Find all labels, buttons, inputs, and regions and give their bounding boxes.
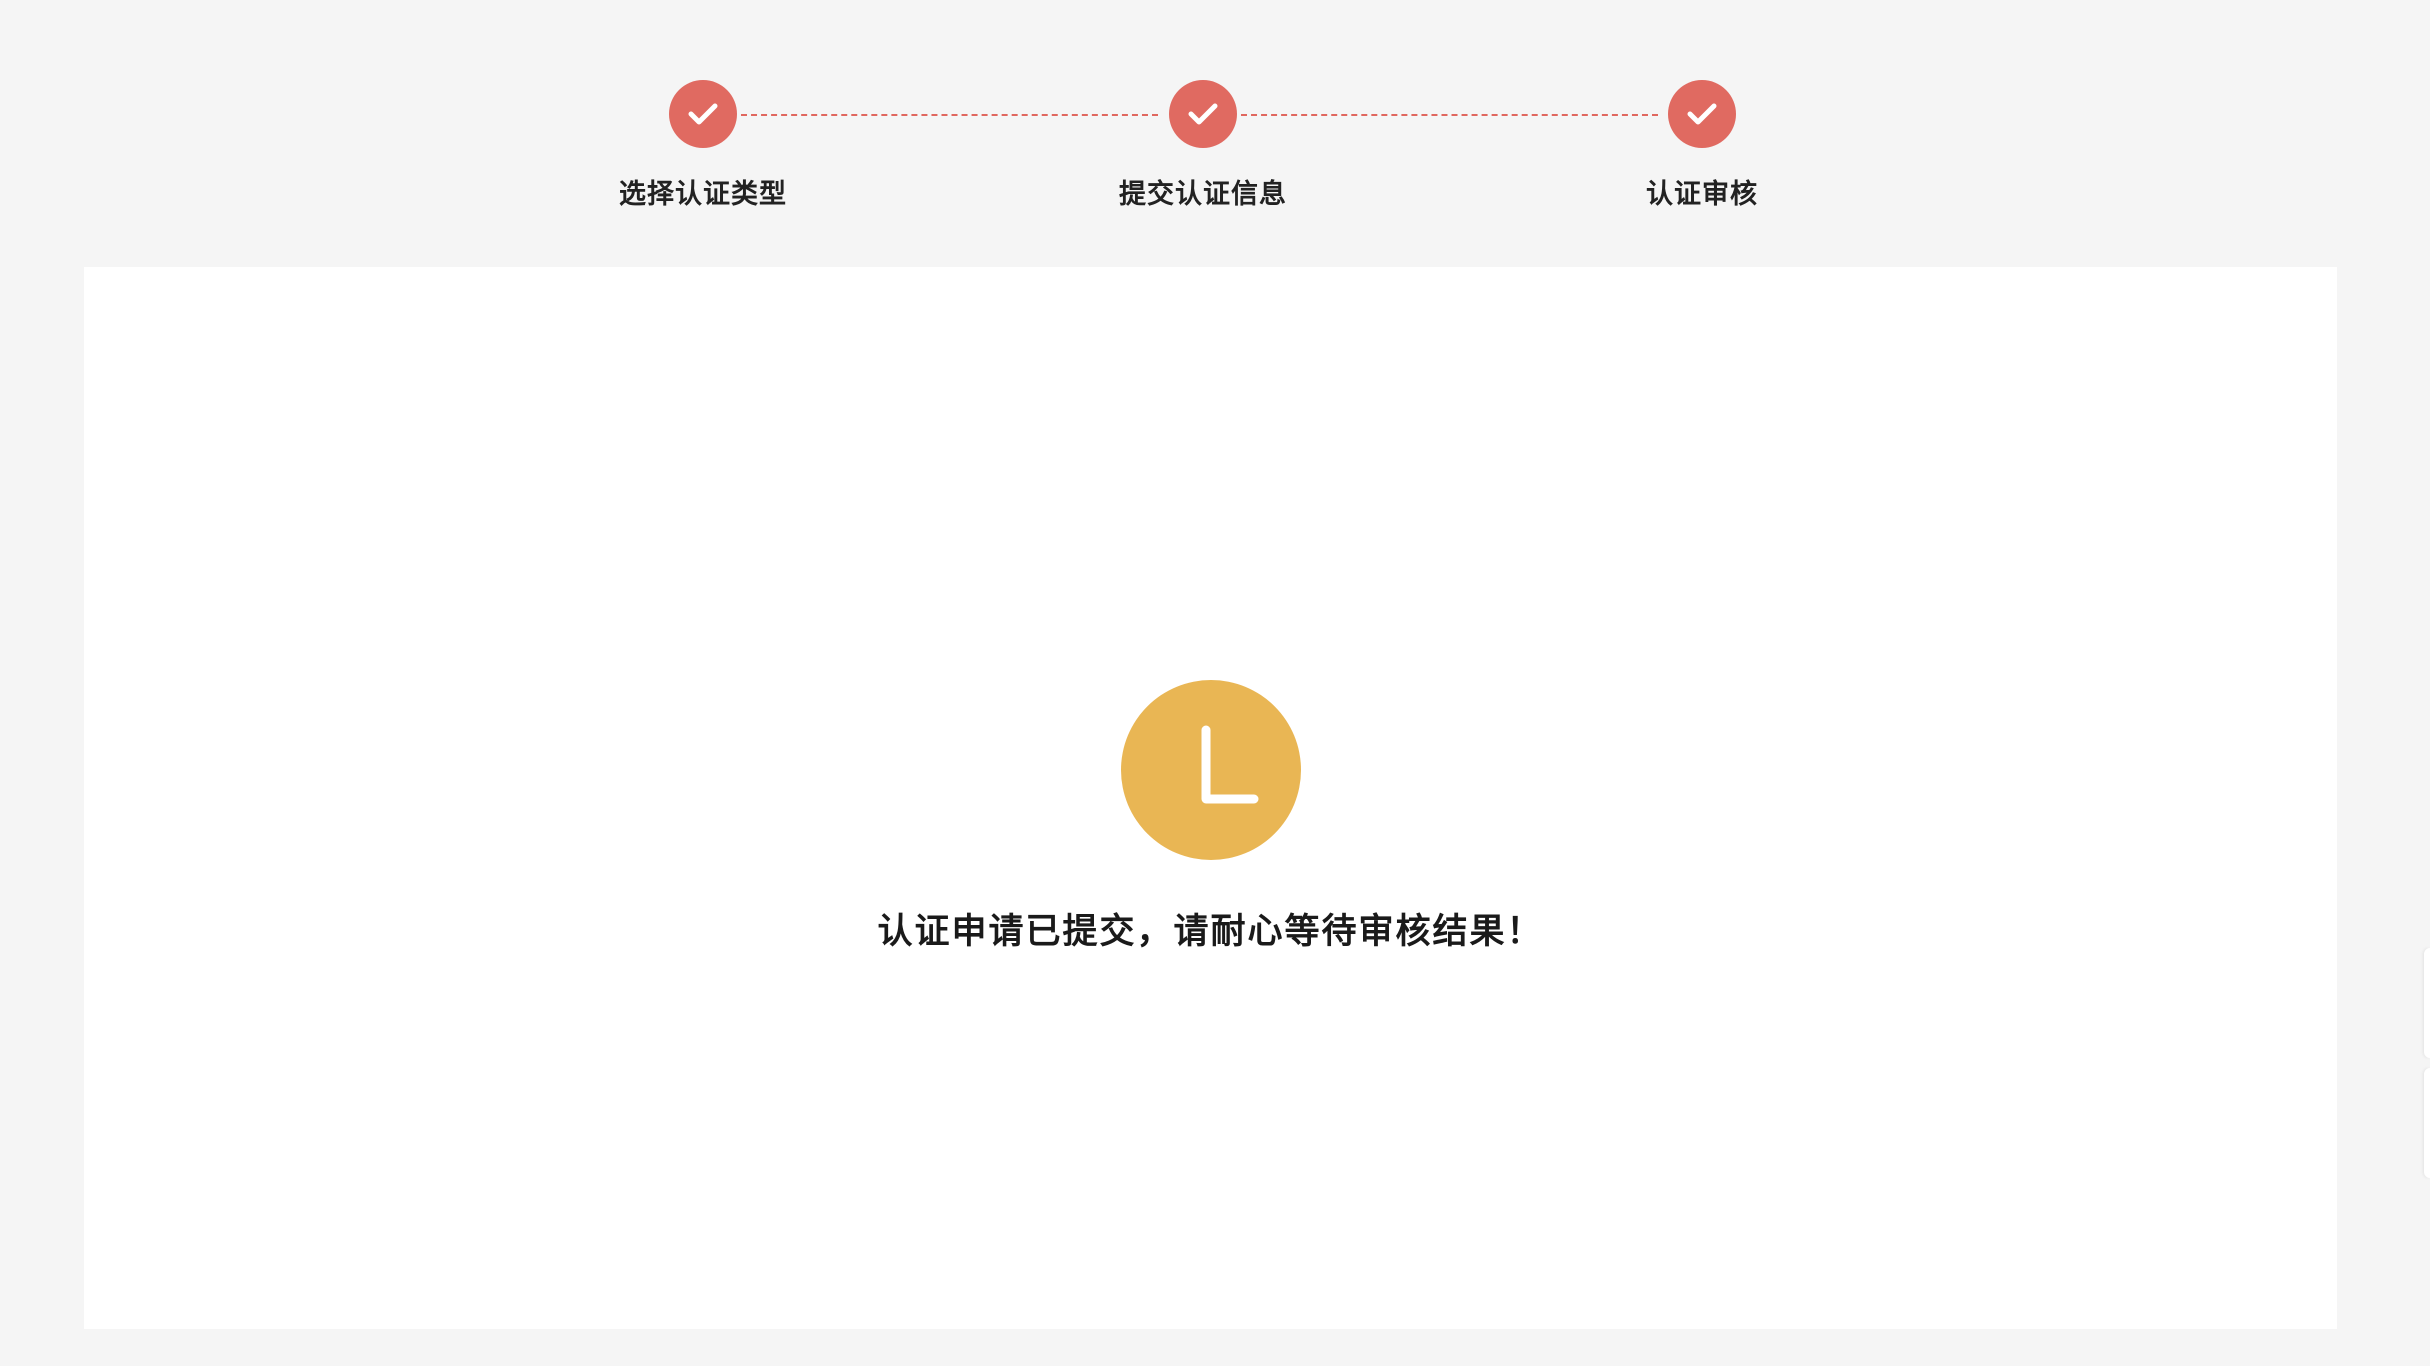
check-icon	[1188, 103, 1218, 125]
clock-hands	[1201, 725, 1259, 804]
status-message: 认证申请已提交，请耐心等待审核结果！	[877, 912, 1544, 952]
check-icon	[688, 103, 718, 125]
step-label: 认证审核	[1646, 179, 1758, 210]
step-label: 选择认证类型	[619, 179, 787, 210]
step-select-type: 选择认证类型	[573, 80, 833, 211]
status-card: 认证申请已提交，请耐心等待审核结果！	[84, 267, 2337, 1329]
side-float-tab-2[interactable]	[2424, 1068, 2430, 1178]
check-icon	[1687, 103, 1717, 125]
step-complete-badge	[1668, 80, 1736, 148]
clock-icon	[1121, 680, 1301, 860]
step-complete-badge	[1169, 80, 1237, 148]
side-float-tab-1[interactable]	[2424, 948, 2430, 1058]
progress-steps: 选择认证类型 提交认证信息 认证审核	[0, 0, 2430, 260]
step-complete-badge	[669, 80, 737, 148]
step-label: 提交认证信息	[1119, 179, 1287, 210]
step-submit-info: 提交认证信息	[1073, 80, 1333, 211]
step-review: 认证审核	[1572, 80, 1832, 211]
